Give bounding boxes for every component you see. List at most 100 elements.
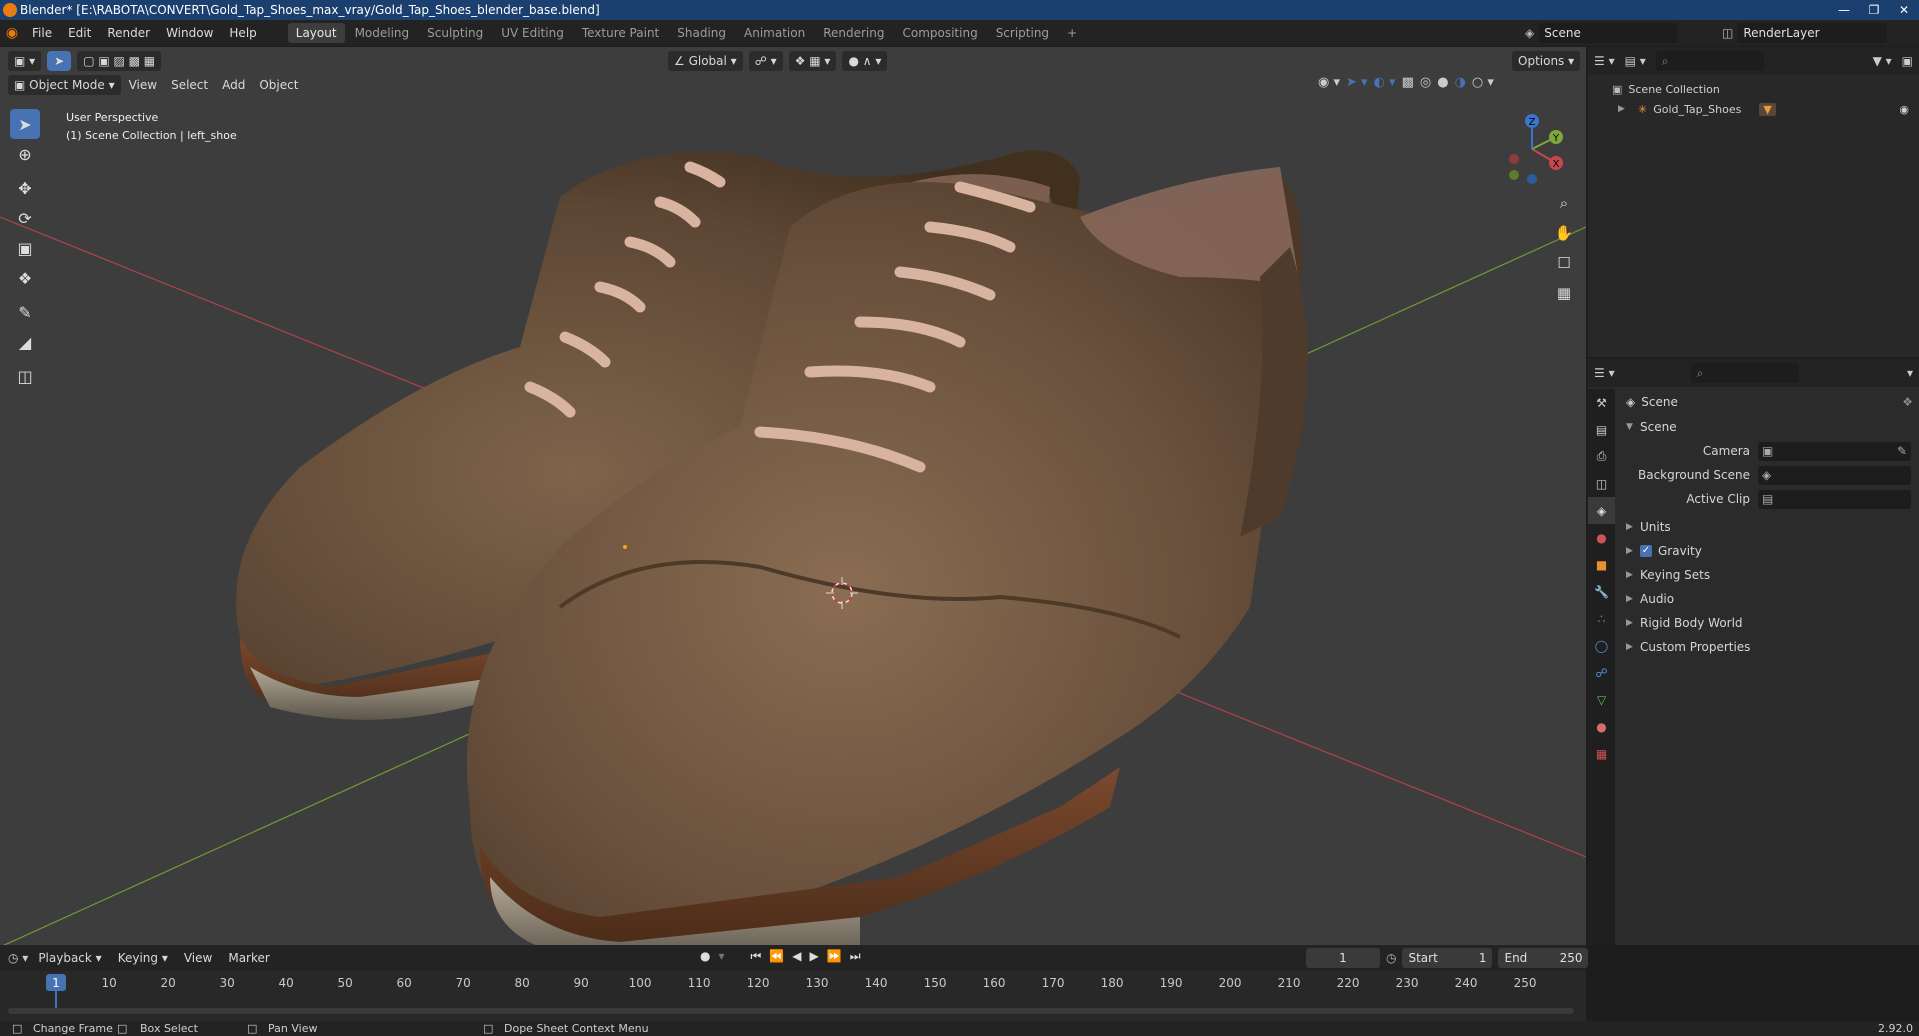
new-collection-icon[interactable]: ▣ [1902, 54, 1913, 68]
world-tab-icon[interactable]: ● [1588, 524, 1615, 551]
tab-animation[interactable]: Animation [736, 23, 813, 43]
move-tool-icon[interactable]: ✥ [10, 173, 40, 203]
blender-menu-icon[interactable]: ◉ [0, 25, 24, 41]
select-box-tool-icon[interactable]: ➤ [10, 109, 40, 139]
tab-shading[interactable]: Shading [669, 23, 734, 43]
outliner-scene-collection-row[interactable]: ▣ Scene Collection [1588, 79, 1919, 99]
background-scene-field[interactable]: ◈ [1758, 465, 1911, 485]
display-mode-icon[interactable]: ▤ ▾ [1625, 54, 1646, 68]
camera-view-icon[interactable]: ☐ [1552, 251, 1576, 275]
rigid-body-world-panel-header[interactable]: ▶ Rigid Body World [1618, 611, 1919, 635]
particles-tab-icon[interactable]: ∴ [1588, 605, 1615, 632]
properties-search-input[interactable]: ⌕ [1690, 363, 1799, 383]
scene-tab-icon[interactable]: ◈ [1588, 497, 1615, 524]
material-tab-icon[interactable]: ● [1588, 713, 1615, 740]
scene-subpanel-header[interactable]: ▼ Scene [1618, 415, 1919, 439]
tab-compositing[interactable]: Compositing [894, 23, 985, 43]
menu-edit[interactable]: Edit [60, 26, 99, 40]
gravity-panel-header[interactable]: ▶ ✓ Gravity [1618, 539, 1919, 563]
add-workspace-icon[interactable]: + [1059, 23, 1085, 43]
texture-tab-icon[interactable]: ▦ [1588, 740, 1615, 767]
visibility-eye-icon[interactable]: ◉ [1899, 103, 1909, 116]
custom-properties-panel-header[interactable]: ▶ Custom Properties [1618, 635, 1919, 659]
navigation-gizmo[interactable]: X Y Z [1492, 109, 1572, 189]
viewport-menu-object[interactable]: Object [253, 78, 304, 92]
menu-file[interactable]: File [24, 26, 60, 40]
zoom-view-icon[interactable]: ⌕ [1552, 191, 1576, 215]
transform-orientation-dropdown[interactable]: ∠ Global ▾ [668, 51, 743, 71]
outliner-item-gold-tap-shoes[interactable]: ▶ ✳ Gold_Tap_Shoes ▼ ◉ [1588, 99, 1919, 119]
rotate-tool-icon[interactable]: ⟳ [10, 203, 40, 233]
measure-tool-icon[interactable]: ◢ [10, 327, 40, 357]
constraints-tab-icon[interactable]: ☍ [1588, 659, 1615, 686]
render-layer-icon[interactable]: ◫ [1722, 26, 1733, 40]
wireframe-shading-icon[interactable]: ◎ [1420, 75, 1431, 90]
tab-uv-editing[interactable]: UV Editing [493, 23, 572, 43]
physics-tab-icon[interactable]: ◯ [1588, 632, 1615, 659]
proportional-editing-button[interactable]: ● ∧ ▾ [842, 51, 888, 71]
outliner-search-input[interactable]: ⌕ [1655, 51, 1764, 71]
object-tab-icon[interactable]: ■ [1588, 551, 1615, 578]
pin-icon[interactable]: ❖ [1902, 395, 1913, 409]
mode-dropdown[interactable]: ▣ Object Mode ▾ [8, 75, 121, 95]
view-layer-tab-icon[interactable]: ◫ [1588, 470, 1615, 497]
menu-window[interactable]: Window [158, 26, 221, 40]
tab-texture-paint[interactable]: Texture Paint [574, 23, 667, 43]
visibility-eye-icon[interactable]: ◉ ▾ [1318, 75, 1340, 90]
properties-options-icon[interactable]: ▾ [1907, 366, 1913, 380]
options-dropdown[interactable]: Options ▾ [1512, 51, 1581, 71]
gravity-checkbox[interactable]: ✓ [1640, 545, 1652, 557]
solid-shading-icon[interactable]: ● [1437, 75, 1448, 90]
pivot-point-button[interactable]: ☍ ▾ [748, 51, 783, 71]
tab-scripting[interactable]: Scripting [988, 23, 1057, 43]
scene-selector-icon[interactable]: ◈ [1525, 26, 1534, 40]
annotate-tool-icon[interactable]: ✎ [10, 297, 40, 327]
render-tab-icon[interactable]: ▤ [1588, 416, 1615, 443]
material-preview-icon[interactable]: ◑ [1455, 75, 1466, 90]
selection-mode-buttons[interactable]: ▢ ▣ ▨ ▩ ▦ [77, 51, 162, 71]
restore-button[interactable]: ❐ [1859, 0, 1889, 20]
tab-rendering[interactable]: Rendering [815, 23, 892, 43]
viewport-menu-view[interactable]: View [123, 78, 163, 92]
scene-name-field[interactable]: Scene [1538, 23, 1679, 43]
pan-hand-icon[interactable]: ✋ [1552, 221, 1576, 245]
tab-sculpting[interactable]: Sculpting [419, 23, 491, 43]
expand-arrow-icon[interactable]: ▶ [1618, 104, 1632, 114]
audio-panel-header[interactable]: ▶ Audio [1618, 587, 1919, 611]
tab-layout[interactable]: Layout [287, 23, 345, 43]
menu-render[interactable]: Render [99, 26, 158, 40]
overlay-toggle-icon[interactable]: ◐ ▾ [1374, 75, 1396, 90]
cursor-tool-icon[interactable]: ⊕ [10, 139, 40, 169]
ortho-grid-icon[interactable]: ▦ [1552, 281, 1576, 305]
eyedropper-icon[interactable]: ✎ [1897, 444, 1907, 458]
properties-editor-type-icon[interactable]: ☰ ▾ [1594, 366, 1615, 380]
menu-help[interactable]: Help [221, 26, 264, 40]
viewport-menu-add[interactable]: Add [216, 78, 251, 92]
snap-button[interactable]: ❖ ▦ ▾ [788, 51, 837, 71]
output-tab-icon[interactable]: ⎙ [1588, 443, 1615, 470]
viewport-menu-select[interactable]: Select [165, 78, 214, 92]
viewport-scene[interactable] [0, 47, 1586, 945]
minimize-button[interactable]: — [1829, 0, 1859, 20]
xray-toggle-icon[interactable]: ▩ [1402, 75, 1414, 90]
rendered-shading-icon[interactable]: ○ ▾ [1472, 75, 1494, 90]
add-cube-tool-icon[interactable]: ◫ [10, 361, 40, 391]
outliner-editor-type-icon[interactable]: ☰ ▾ [1594, 54, 1615, 68]
render-layer-field[interactable]: RenderLayer [1737, 23, 1888, 43]
select-tool-icon[interactable]: ➤ [47, 51, 72, 71]
modifier-tab-icon[interactable]: 🔧 [1588, 578, 1615, 605]
active-clip-field[interactable]: ▤ [1758, 489, 1911, 509]
tab-modeling[interactable]: Modeling [347, 23, 418, 43]
editor-type-button[interactable]: ▣ ▾ [8, 51, 42, 71]
units-panel-header[interactable]: ▶ Units [1618, 515, 1919, 539]
keying-sets-panel-header[interactable]: ▶ Keying Sets [1618, 563, 1919, 587]
camera-field[interactable]: ▣ ✎ [1758, 441, 1911, 461]
gizmo-toggle-icon[interactable]: ➤ ▾ [1346, 75, 1368, 90]
tool-tab-icon[interactable]: ⚒ [1588, 389, 1615, 416]
filter-icon[interactable]: ▼ ▾ [1873, 54, 1892, 68]
timeline-scrollbar[interactable] [8, 1008, 1574, 1014]
3d-viewport[interactable]: ▣ ▾ ➤ ▢ ▣ ▨ ▩ ▦ ∠ Global ▾ ☍ ▾ ❖ ▦ ▾ ● ∧… [0, 47, 1586, 945]
scale-tool-icon[interactable]: ▣ [10, 233, 40, 263]
transform-tool-icon[interactable]: ❖ [10, 263, 40, 293]
data-tab-icon[interactable]: ▽ [1588, 686, 1615, 713]
